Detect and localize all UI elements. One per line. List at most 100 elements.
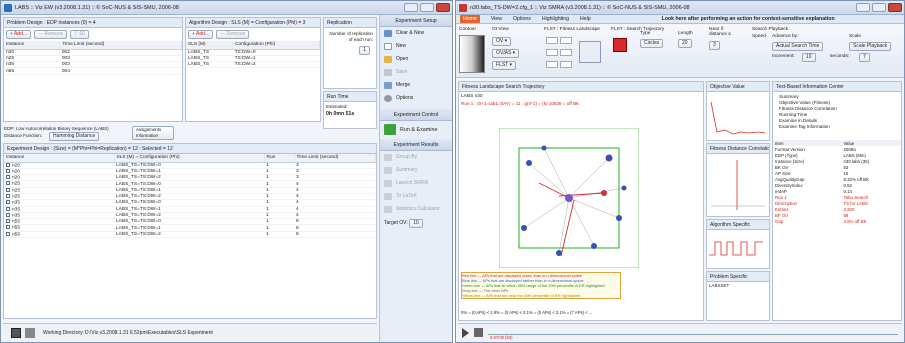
gi-view-ovas[interactable]: OV/AS ▾ [492,49,520,58]
tab-home[interactable]: Home [460,15,480,23]
col-sls: SLS (M) [186,41,234,50]
type-select[interactable]: Circles [640,39,664,48]
text-info-center: Text-Based Information Center Summary Ob… [772,81,902,321]
save-button[interactable]: Save [380,66,452,79]
estimated-label: Estimated: [326,104,348,109]
launch-smra-button[interactable]: Launch SMRA [380,177,452,190]
tab-options[interactable]: Options [513,15,531,23]
maximize-button[interactable] [872,3,886,12]
add-algorithm-button[interactable]: + Add... [188,30,214,39]
objective-value-panel: Objective Value [706,81,770,141]
experiment-sidebar: Experiment Setup Clear & New New Open Sa… [379,15,452,342]
length-input[interactable]: 20 [678,39,692,48]
gi-view-flst[interactable]: FLST ▾ [492,61,517,70]
checkbox[interactable] [6,175,10,180]
viz-ew-window: LABS :: Viz EW (v3.2008.1.31) :: © SoC-N… [0,0,453,343]
info-item-tag[interactable]: Examine Tag Information [779,124,895,130]
seconds-label: seconds: [830,54,850,59]
open-button[interactable]: Open [380,53,452,66]
merge-button[interactable]: Merge [380,79,452,92]
flst-tool[interactable] [546,61,558,68]
flst-tool[interactable] [560,61,572,68]
close-button[interactable] [888,3,902,12]
stop-icon[interactable] [25,328,35,338]
timeline-track[interactable] [488,330,898,335]
clear-new-button[interactable]: Clear & New [380,27,452,40]
to-latex-button[interactable]: To LaTeX [380,190,452,203]
status-bar: Working Directory: D:\Viz v3.2008.1.31 6… [3,323,377,341]
checkbox[interactable] [6,219,10,224]
runtime-panel: Run Time Estimated: 0h 0mn 51s [323,91,377,129]
playback-label: Search Playback [752,27,788,32]
near-input[interactable]: 3 [709,41,720,50]
checkbox[interactable] [6,206,10,211]
col-config: Configuration (Phi) [232,41,320,50]
stop-icon[interactable] [474,328,483,337]
statistics-calculator-button[interactable]: Statistics Calculator [380,203,452,216]
filter-button[interactable]: ▽ 60 [70,30,89,39]
assignments-button[interactable]: Assignments Information [132,126,174,140]
direction-pad[interactable] [579,41,601,63]
minimize-button[interactable] [856,3,870,12]
runtime-header: Run Time [324,92,376,102]
checkbox[interactable] [6,187,10,192]
gear-icon [384,95,392,102]
checkbox[interactable] [6,225,10,230]
checkbox[interactable] [6,200,10,205]
maximize-button[interactable] [420,3,434,12]
calculator-icon [384,206,392,213]
checkbox[interactable] [6,181,10,186]
minimize-button[interactable] [404,3,418,12]
experiment-design-panel: Experiment Design : (Size) = (M*Phi=Phi=… [3,143,377,319]
table-row[interactable]: n55 LABS_TS=TS:DW=2 1 6 [4,231,376,239]
seconds-input[interactable]: 7 [859,53,870,62]
target-ov-input[interactable]: 10 [409,219,423,228]
flst2-label: FLST : Search Trajectory [611,27,665,32]
summary-button[interactable]: Summary [380,164,452,177]
replication-stepper[interactable]: 1 [359,46,370,55]
algorithm-specific-chart [709,241,763,256]
flst-tool[interactable] [560,49,572,56]
checkbox[interactable] [6,212,10,217]
legend-box: Red line — APs that are displayed closer… [461,272,621,299]
checkbox[interactable] [6,162,10,167]
tab-view[interactable]: View [491,15,502,23]
checkbox[interactable] [6,194,10,198]
context-hint: Look here after performing an action for… [661,16,835,22]
pause-icon[interactable] [11,328,21,338]
timeline-position: 0.07/30 (52) [490,335,513,340]
tab-highlighting[interactable]: Highlighting [542,15,569,23]
close-button[interactable] [436,3,450,12]
run-examine-button[interactable]: Run & Examine [380,121,452,139]
table-row[interactable]: n55 004 [4,67,182,75]
col-time-limit: Time Limit (second) [294,154,376,163]
advance-select[interactable]: Actual Search Time [772,42,824,51]
play-icon[interactable] [462,328,469,338]
remove-instance-button[interactable]: — Remove [34,30,68,39]
tab-help[interactable]: Help [580,15,591,23]
objective-value-chart [710,101,766,135]
merge-icon [384,82,392,89]
new-button[interactable]: New [380,40,452,53]
trajectory-color[interactable] [613,38,627,52]
group-by-button[interactable]: Group By [380,151,452,164]
table-row[interactable]: LABS_TS TS:DW=2 [186,61,320,69]
col-time-limit: Time Limit (second) [59,41,182,50]
checkbox[interactable] [6,231,10,236]
search-trajectory-plot[interactable] [499,128,639,268]
increment-input[interactable]: 10 [802,53,816,62]
add-instance-button[interactable]: + Add... [6,30,32,39]
gi-view-ov[interactable]: OV ▾ [492,37,512,46]
options-button[interactable]: Options [380,92,452,105]
flst-tool[interactable] [546,49,558,56]
flst-tool[interactable] [546,37,558,44]
distance-select[interactable]: Hamming Distance [49,132,100,141]
col-instance: Instance [4,154,115,163]
summary-icon [384,167,392,174]
contour-swatch[interactable] [459,35,485,73]
remove-algorithm-button[interactable]: — Remove [216,30,250,39]
scale-playback-button[interactable]: Scale Playback [849,42,892,51]
checkbox[interactable] [6,168,10,173]
replication-panel: Replication Number of replication of eac… [323,17,377,89]
flst-tool[interactable] [560,37,572,44]
